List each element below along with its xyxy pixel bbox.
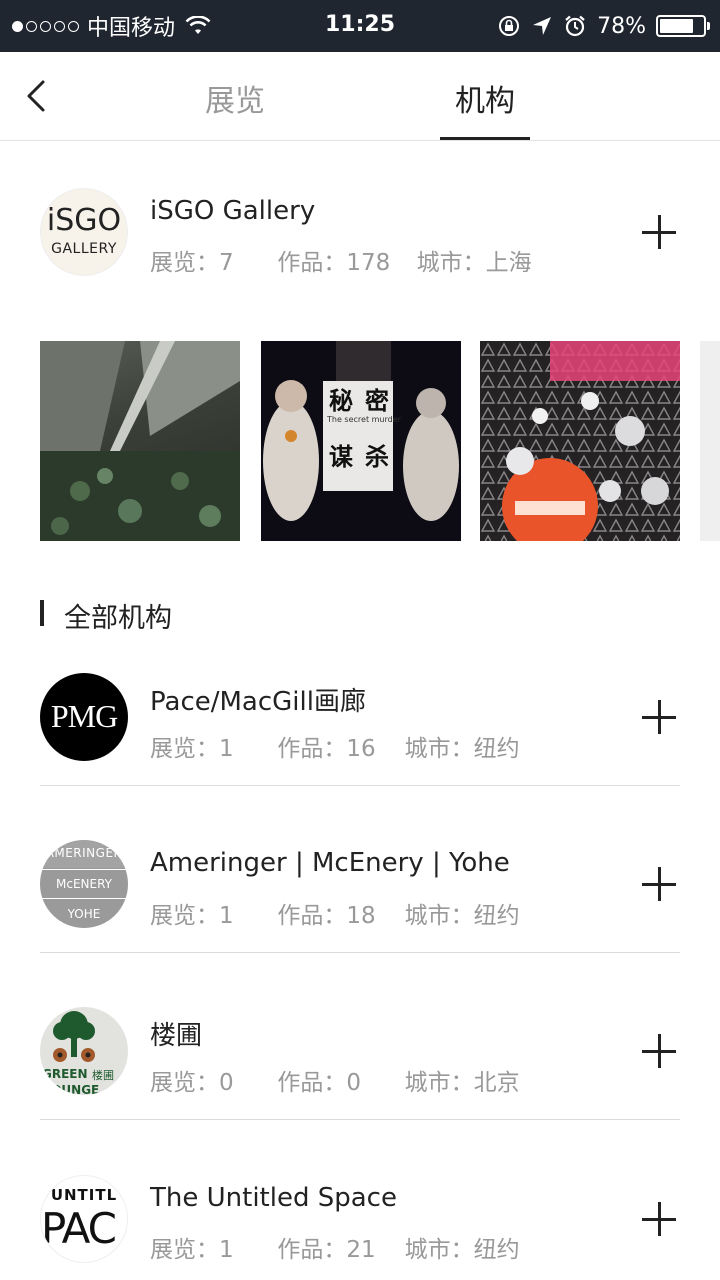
wifi-icon — [185, 16, 211, 34]
location-arrow-icon — [533, 17, 552, 35]
works-count: 作品：178 — [277, 250, 391, 276]
works-count: 作品：21 — [277, 1237, 376, 1263]
institution-logo: UNTITL PAC — [40, 1175, 128, 1263]
exhibition-count: 展览：0 — [150, 1070, 234, 1096]
institution-logo: AMERINGER McENERY YOHE — [40, 840, 128, 928]
institution-logo: GREEN 楼圃 LOUNGE — [40, 1007, 128, 1095]
institution-stats: 展览：1 作品：16 城市：纽约 — [150, 729, 520, 763]
institution-name: Ameringer | McEnery | Yohe — [150, 848, 510, 878]
institution-name: iSGO Gallery — [150, 196, 316, 226]
follow-button[interactable] — [640, 1032, 680, 1072]
artwork-thumbnail[interactable] — [700, 341, 720, 541]
works-count: 作品：16 — [277, 736, 376, 762]
alarm-clock-icon — [565, 15, 585, 37]
tab-institutions[interactable]: 机构 — [455, 76, 515, 120]
exhibition-count: 展览：1 — [150, 736, 234, 762]
institution-logo: iSGO GALLERY — [40, 188, 128, 276]
battery-icon — [656, 15, 710, 37]
follow-button[interactable] — [640, 1200, 680, 1240]
artwork-thumbnail[interactable] — [480, 341, 680, 541]
back-arrow-icon[interactable] — [16, 74, 60, 118]
city-label: 城市：纽约 — [404, 903, 520, 929]
institution-name: Pace/MacGill画廊 — [150, 687, 366, 717]
institution-stats: 展览：1 作品：21 城市：纽约 — [150, 1230, 520, 1264]
tab-exhibitions[interactable]: 展览 — [205, 76, 265, 120]
section-marker — [40, 600, 44, 626]
institution-logo: PMG — [40, 673, 128, 761]
status-bar: 中国移动 11:25 78% — [0, 0, 720, 52]
status-left: 中国移动 — [12, 10, 211, 42]
institution-stats: 展览：1 作品：18 城市：纽约 — [150, 896, 520, 930]
city-label: 城市：纽约 — [404, 736, 520, 762]
follow-button[interactable] — [640, 698, 680, 738]
nav-bar: 展览 机构 — [0, 52, 720, 141]
institution-stats: 展览：7 作品：178 城市：上海 — [150, 243, 532, 277]
works-count: 作品：18 — [277, 903, 376, 929]
exhibition-count: 展览：1 — [150, 903, 234, 929]
institution-name: The Untitled Space — [150, 1183, 397, 1213]
institution-name: 楼圃 — [150, 1021, 203, 1051]
row-divider — [40, 1119, 680, 1120]
institution-stats: 展览：0 作品：0 城市：北京 — [150, 1063, 520, 1097]
battery-percentage: 78% — [597, 13, 646, 39]
follow-button[interactable] — [640, 213, 680, 253]
status-right: 78% — [497, 10, 710, 42]
row-divider — [40, 785, 680, 786]
row-divider — [40, 952, 680, 953]
artwork-thumbnail[interactable] — [40, 341, 240, 541]
section-title: 全部机构 — [64, 603, 172, 634]
city-label: 城市：北京 — [404, 1070, 520, 1096]
exhibition-count: 展览：7 — [150, 250, 234, 276]
artwork-thumbnail[interactable]: 秘 密 The secret murder 谋 杀 — [261, 341, 461, 541]
carrier-name: 中国移动 — [87, 16, 176, 41]
follow-button[interactable] — [640, 865, 680, 905]
city-label: 城市：上海 — [416, 250, 532, 276]
exhibition-count: 展览：1 — [150, 1237, 234, 1263]
signal-strength-icon — [12, 20, 79, 32]
orientation-lock-icon — [499, 16, 520, 36]
active-tab-indicator — [440, 137, 530, 140]
city-label: 城市：纽约 — [404, 1237, 520, 1263]
works-count: 作品：0 — [277, 1070, 361, 1096]
